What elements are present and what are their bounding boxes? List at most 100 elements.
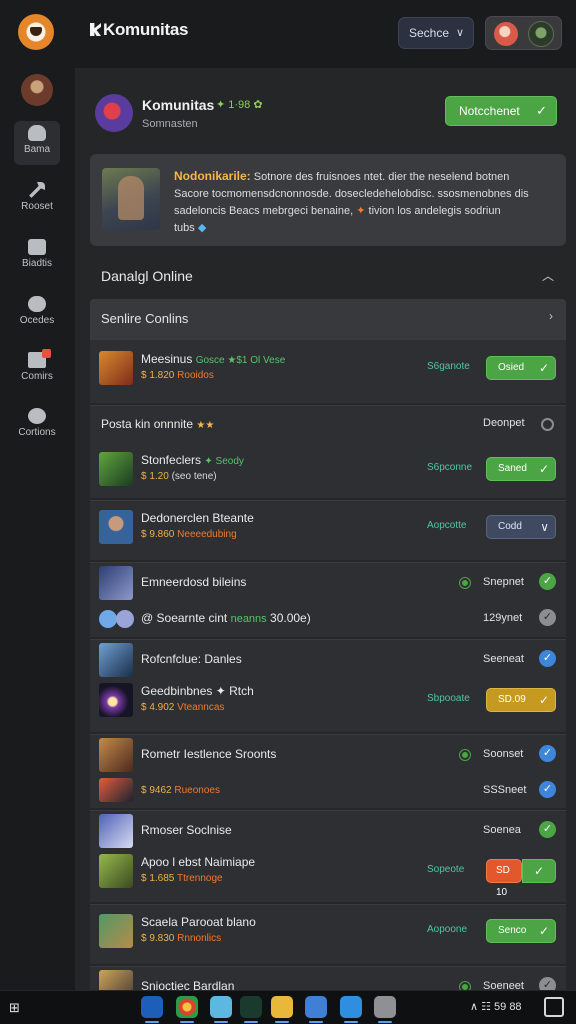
chevron-down-icon: ∨ bbox=[455, 27, 464, 39]
windows-start-icon[interactable]: ⊞ bbox=[9, 1000, 20, 1016]
action-button[interactable]: Saned ✓ bbox=[486, 457, 556, 481]
check-icon: ✓ bbox=[536, 103, 547, 118]
item-status: Deonpet bbox=[483, 417, 525, 429]
app-title: Komunitas bbox=[90, 20, 188, 40]
game-thumbnail bbox=[99, 854, 133, 888]
price-tag: (seo tene) bbox=[171, 471, 217, 482]
notify-button-label: Notcchenet bbox=[459, 104, 520, 118]
chevron-up-icon[interactable]: ︿ bbox=[542, 267, 554, 284]
arrow-icon: › bbox=[549, 309, 553, 323]
item-meta: Aopoone bbox=[427, 924, 468, 935]
chrome-icon[interactable] bbox=[176, 996, 198, 1023]
folder-icon[interactable] bbox=[271, 996, 293, 1023]
price-tag: Vteanncas bbox=[177, 702, 225, 713]
item-status: Soonset bbox=[483, 748, 524, 760]
tools-icon bbox=[29, 182, 45, 198]
settings-app-icon[interactable] bbox=[374, 996, 396, 1023]
community-subtitle: Somnasten bbox=[142, 118, 198, 130]
check-icon[interactable]: ✓ bbox=[522, 859, 556, 883]
avatar bbox=[99, 610, 117, 628]
game-thumbnail bbox=[99, 452, 133, 486]
game-thumbnail bbox=[99, 566, 133, 600]
item-meta: Sbpooate bbox=[427, 693, 470, 704]
list-item[interactable]: Rmoser Soclnise Soenea ✓ Apoo l ebst Nai… bbox=[90, 810, 566, 902]
sidebar-item-biadtis[interactable]: Biadtis bbox=[14, 235, 60, 279]
search-button[interactable]: Sechce ∨ bbox=[398, 17, 474, 49]
flag-icon bbox=[28, 349, 51, 368]
sidebar-item-label: Biadtis bbox=[21, 258, 52, 269]
search-label: Sechce bbox=[409, 26, 450, 40]
item-title: Rofcnfclue: Danles bbox=[141, 652, 242, 666]
price-value: $ 1.820 bbox=[141, 370, 175, 381]
price-tag: Rnnonlics bbox=[177, 933, 222, 944]
sidebar-item-label: Rooset bbox=[21, 201, 53, 212]
sidebar-item-comirs[interactable]: Comirs bbox=[14, 348, 60, 392]
action-button[interactable]: SD 10 bbox=[486, 859, 522, 898]
banner-line2: Sacore tocmomensdcnonnosde. dosecledehel… bbox=[174, 188, 529, 200]
list-item[interactable]: Meesinus Gosce ★$1 Ol Vese $ 1.820 Rooid… bbox=[90, 339, 566, 403]
action-button[interactable]: SD.09 ✓ bbox=[486, 688, 556, 712]
grid-icon[interactable] bbox=[240, 996, 262, 1023]
avatar bbox=[528, 21, 554, 47]
shield-app-icon[interactable] bbox=[305, 996, 327, 1023]
check-icon[interactable]: ✓ bbox=[539, 573, 556, 590]
system-tray[interactable]: ∧ ☷ 59 88 bbox=[470, 1000, 522, 1013]
item-status: Seeneat bbox=[483, 653, 524, 665]
item-meta: S6pconne bbox=[427, 462, 473, 473]
chat-app-icon[interactable] bbox=[340, 996, 362, 1023]
gem-icon: ◆ bbox=[197, 222, 207, 234]
app-logo-icon[interactable] bbox=[18, 14, 54, 50]
community-avatar[interactable] bbox=[95, 94, 133, 132]
action-button[interactable]: Senco ✓ bbox=[486, 919, 556, 943]
item-title: Rometr Iestlence Sroonts bbox=[141, 747, 277, 761]
item-title: Snioctiec Bardlan bbox=[141, 979, 235, 990]
game-thumbnail bbox=[99, 814, 133, 848]
sidebar-item-rooset[interactable]: Rooset bbox=[14, 178, 60, 222]
check-icon[interactable]: ✓ bbox=[539, 745, 556, 762]
online-header[interactable]: Senlire Conlins › bbox=[90, 299, 566, 339]
banner-text: Nodonikarile: Sotnore des fruisnoes ntet… bbox=[174, 168, 550, 237]
avatar[interactable] bbox=[21, 74, 53, 106]
list-item[interactable]: Posta kin onnnite ★★ Deonpet Stonfeclers… bbox=[90, 405, 566, 498]
item-title: Emneerdosd bileins bbox=[141, 575, 247, 589]
sidebar-item-bama[interactable]: Bama bbox=[14, 121, 60, 165]
game-thumbnail bbox=[99, 643, 133, 677]
online-header-title: Senlire Conlins bbox=[101, 311, 189, 326]
sidebar-item-ocedes[interactable]: Ocedes bbox=[14, 292, 60, 336]
item-price: $ 1.685 Ttrennoge bbox=[141, 873, 223, 884]
item-title: Scaela Parooat blano bbox=[141, 915, 256, 929]
list-item[interactable]: Rofcnfclue: Danles Seeneat ✓ Geedbinbnes… bbox=[90, 639, 566, 732]
item-status: SSSneet bbox=[483, 784, 527, 796]
store-icon[interactable] bbox=[210, 996, 232, 1023]
item-status: Soeneet bbox=[483, 980, 524, 990]
action-label: Saned bbox=[498, 463, 527, 474]
list-item[interactable]: Rometr Iestlence Sroonts Soonset ✓ $ 946… bbox=[90, 734, 566, 808]
check-icon: ✓ bbox=[538, 693, 549, 707]
check-icon[interactable]: ✓ bbox=[539, 821, 556, 838]
item-meta: S6ganote bbox=[427, 361, 470, 372]
notification-icon[interactable] bbox=[544, 997, 564, 1017]
list-item[interactable]: Scaela Parooat blano $ 9.830 Rnnonlics A… bbox=[90, 904, 566, 964]
check-icon[interactable]: ✓ bbox=[539, 650, 556, 667]
edge-browser-icon[interactable] bbox=[141, 996, 163, 1023]
item-title: Dedonerclen Bteante bbox=[141, 511, 254, 525]
game-thumbnail bbox=[99, 351, 133, 385]
item-title-extra: ★★ bbox=[196, 420, 215, 431]
check-icon[interactable]: ✓ bbox=[539, 977, 556, 990]
check-icon[interactable]: ✓ bbox=[539, 781, 556, 798]
price-value: $ 1.20 bbox=[141, 471, 169, 482]
banner-headline: Nodonikarile: bbox=[174, 169, 251, 183]
sidebar-item-cortions[interactable]: Cortions bbox=[14, 404, 60, 448]
action-button[interactable]: Codd ∨ bbox=[486, 515, 556, 539]
list-item[interactable]: Emneerdosd bileins Snepnet ✓ @ Soearnte … bbox=[90, 562, 566, 637]
game-thumbnail bbox=[99, 914, 133, 948]
check-icon[interactable]: ✓ bbox=[539, 609, 556, 626]
profile-switcher[interactable] bbox=[485, 16, 562, 50]
sidebar-item-label: Comirs bbox=[21, 371, 53, 382]
item-status: Soenea bbox=[483, 824, 521, 836]
notify-button[interactable]: Notcchenet ✓ bbox=[445, 96, 557, 126]
list-item[interactable]: Snioctiec Bardlan Soeneet ✓ bbox=[90, 966, 566, 990]
price-value: $ 9462 bbox=[141, 785, 172, 796]
action-button[interactable]: Osied ✓ bbox=[486, 356, 556, 380]
list-item[interactable]: Dedonerclen Bteante $ 9.860 Neeeedubing … bbox=[90, 500, 566, 560]
